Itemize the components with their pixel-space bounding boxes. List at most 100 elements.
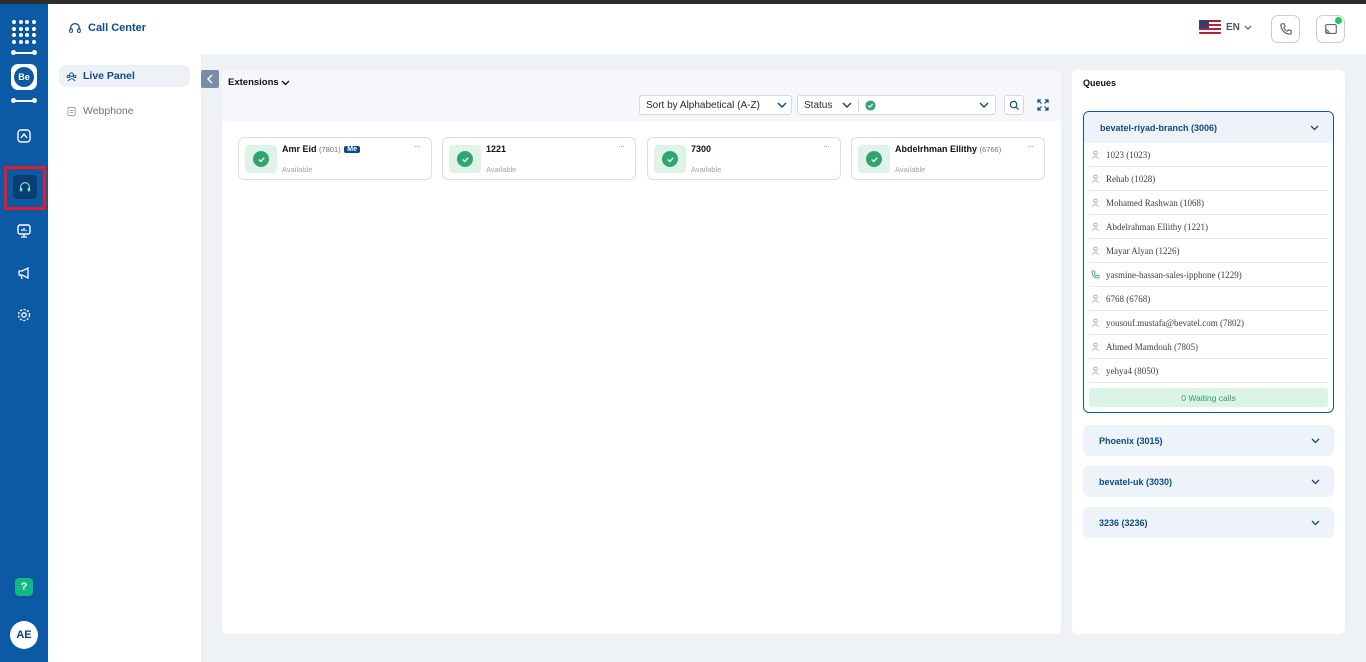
queue-member: Mohamed Rashwan (1068) [1089, 191, 1328, 215]
extension-card[interactable]: Abdelrhman Ellithy (6766) Available ··· [851, 137, 1045, 180]
queue-header[interactable]: bevatel-riyad-branch (3006) [1084, 112, 1333, 143]
user-icon [1092, 198, 1099, 207]
queue-collapsed[interactable]: 3236 (3236) [1083, 507, 1334, 538]
user-icon [1092, 294, 1099, 303]
queue-collapsed[interactable]: bevatel-uk (3030) [1083, 466, 1334, 497]
queue-member: Rehab (1028) [1089, 167, 1328, 191]
collapse-panel-button[interactable] [201, 70, 219, 88]
chevron-down-icon [1311, 438, 1320, 443]
queue-expanded: bevatel-riyad-branch (3006) 1023 (1023) … [1083, 111, 1334, 413]
queue-member-label: Abdelrahman Ellithy (1221) [1106, 221, 1208, 232]
queue-member: Ahmed Mamdouh (7805) [1089, 335, 1328, 359]
user-icon [1092, 246, 1099, 255]
sort-select[interactable]: Sort by Alphabetical (A-Z) [639, 95, 792, 115]
available-status-icon [858, 145, 890, 173]
chevron-down-icon [1311, 520, 1320, 525]
user-icon [1092, 150, 1099, 159]
queue-member-label: Mayar Alyan (1226) [1106, 245, 1180, 256]
queue-member-label: yasmine-hassan-sales-ipphone (1229) [1106, 269, 1242, 280]
dashboard-icon[interactable] [11, 123, 37, 149]
nav-item-live-panel[interactable]: Live Panel [59, 65, 190, 87]
language-label: EN [1226, 22, 1240, 33]
chevron-down-icon [281, 80, 290, 85]
sort-select-value: Sort by Alphabetical (A-Z) [646, 99, 760, 111]
waiting-calls-badge: 0 Waiting calls [1089, 388, 1328, 407]
extension-card[interactable]: 7300 Available ··· [647, 137, 841, 180]
chevron-down-icon [1244, 25, 1252, 30]
reports-icon[interactable] [11, 218, 37, 244]
queue-member: 6768 (6768) [1089, 287, 1328, 311]
queue-member-label: yousouf.mustafa@bevatel.com (7802) [1106, 317, 1245, 328]
extension-card[interactable]: 1221 Available ··· [442, 137, 636, 180]
expand-icon [1037, 99, 1049, 111]
nav-item-label: Live Panel [83, 70, 135, 82]
available-status-icon [654, 145, 686, 173]
window-top-bar [0, 0, 1366, 4]
queue-member: Mayar Alyan (1226) [1089, 239, 1328, 263]
extension-name: 7300 [691, 144, 711, 154]
us-flag-icon[interactable] [1199, 20, 1221, 34]
more-options-icon[interactable]: ··· [1027, 141, 1034, 151]
extension-name: Amr Eid (7801) Me [282, 144, 360, 154]
help-icon[interactable]: ? [15, 578, 33, 596]
extension-card[interactable]: Amr Eid (7801) Me Available ··· [238, 137, 432, 180]
available-status-icon [245, 145, 277, 173]
brand-logo[interactable]: Be [11, 64, 37, 90]
user-icon [1092, 366, 1099, 375]
queue-member: yasmine-hassan-sales-ipphone (1229) [1089, 263, 1328, 287]
cast-signal-icon [1324, 24, 1337, 34]
chevron-left-icon [207, 74, 213, 84]
extension-name-text: Amr Eid [282, 144, 317, 154]
status-filter-select[interactable]: Status [797, 95, 996, 115]
queue-collapsed[interactable]: Phoenix (3015) [1083, 425, 1334, 456]
queue-member-label: Mohamed Rashwan (1068) [1106, 197, 1204, 208]
app-rail: Be ? AE [0, 4, 48, 662]
user-icon [1092, 222, 1099, 231]
chevron-down-icon [842, 101, 852, 108]
more-options-icon[interactable]: ··· [414, 141, 421, 151]
nav-item-webphone[interactable]: Webphone [59, 100, 190, 122]
live-panel-icon [66, 71, 77, 81]
extension-number: (7801) [319, 145, 341, 154]
search-button[interactable] [1004, 95, 1024, 115]
me-badge: Me [344, 146, 360, 153]
user-icon [1092, 174, 1099, 183]
queue-member: yehya4 (8050) [1089, 359, 1328, 383]
extensions-dropdown[interactable]: Extensions [228, 77, 290, 88]
section-nav: Call Center Live Panel Webphone [48, 4, 201, 662]
extension-status: Available [486, 165, 517, 174]
apps-grid-icon[interactable] [12, 20, 36, 44]
section-title: Call Center [68, 21, 146, 35]
rail-divider-bottom [11, 98, 37, 103]
connection-status-button[interactable] [1316, 15, 1345, 43]
queue-member: yousouf.mustafa@bevatel.com (7802) [1089, 311, 1328, 335]
language-selector[interactable]: EN [1226, 22, 1252, 33]
headset-icon [69, 23, 81, 33]
extension-name-text: 7300 [691, 144, 712, 154]
extension-name: 1221 [486, 144, 506, 154]
queue-member: 1023 (1023) [1089, 143, 1328, 167]
fullscreen-button[interactable] [1033, 95, 1053, 115]
user-avatar[interactable]: AE [10, 621, 38, 649]
call-center-rail-item[interactable] [4, 166, 46, 210]
queue-member-label: Rehab (1028) [1106, 173, 1156, 184]
user-icon [1092, 342, 1099, 351]
webphone-icon [67, 106, 76, 116]
more-options-icon[interactable]: ··· [823, 141, 830, 151]
campaign-megaphone-icon[interactable] [11, 260, 37, 286]
queue-name: bevatel-uk (3030) [1099, 476, 1173, 487]
extensions-toolbar: Extensions Sort by Alphabetical (A-Z) St… [222, 70, 1061, 121]
extension-status: Available [282, 165, 313, 174]
chevron-down-icon [979, 101, 989, 108]
extension-name: Abdelrhman Ellithy (6766) [895, 144, 1001, 154]
extension-status: Available [691, 165, 722, 174]
chevron-down-icon [777, 101, 787, 108]
phone-button[interactable] [1271, 15, 1300, 43]
select-divider [858, 98, 860, 112]
extension-name-text: 1221 [486, 144, 507, 154]
queue-member-label: 1023 (1023) [1106, 149, 1151, 160]
user-icon [1092, 318, 1099, 327]
more-options-icon[interactable]: ··· [618, 141, 625, 151]
queue-member-label: yehya4 (8050) [1106, 365, 1159, 376]
settings-gear-icon[interactable] [11, 302, 37, 328]
